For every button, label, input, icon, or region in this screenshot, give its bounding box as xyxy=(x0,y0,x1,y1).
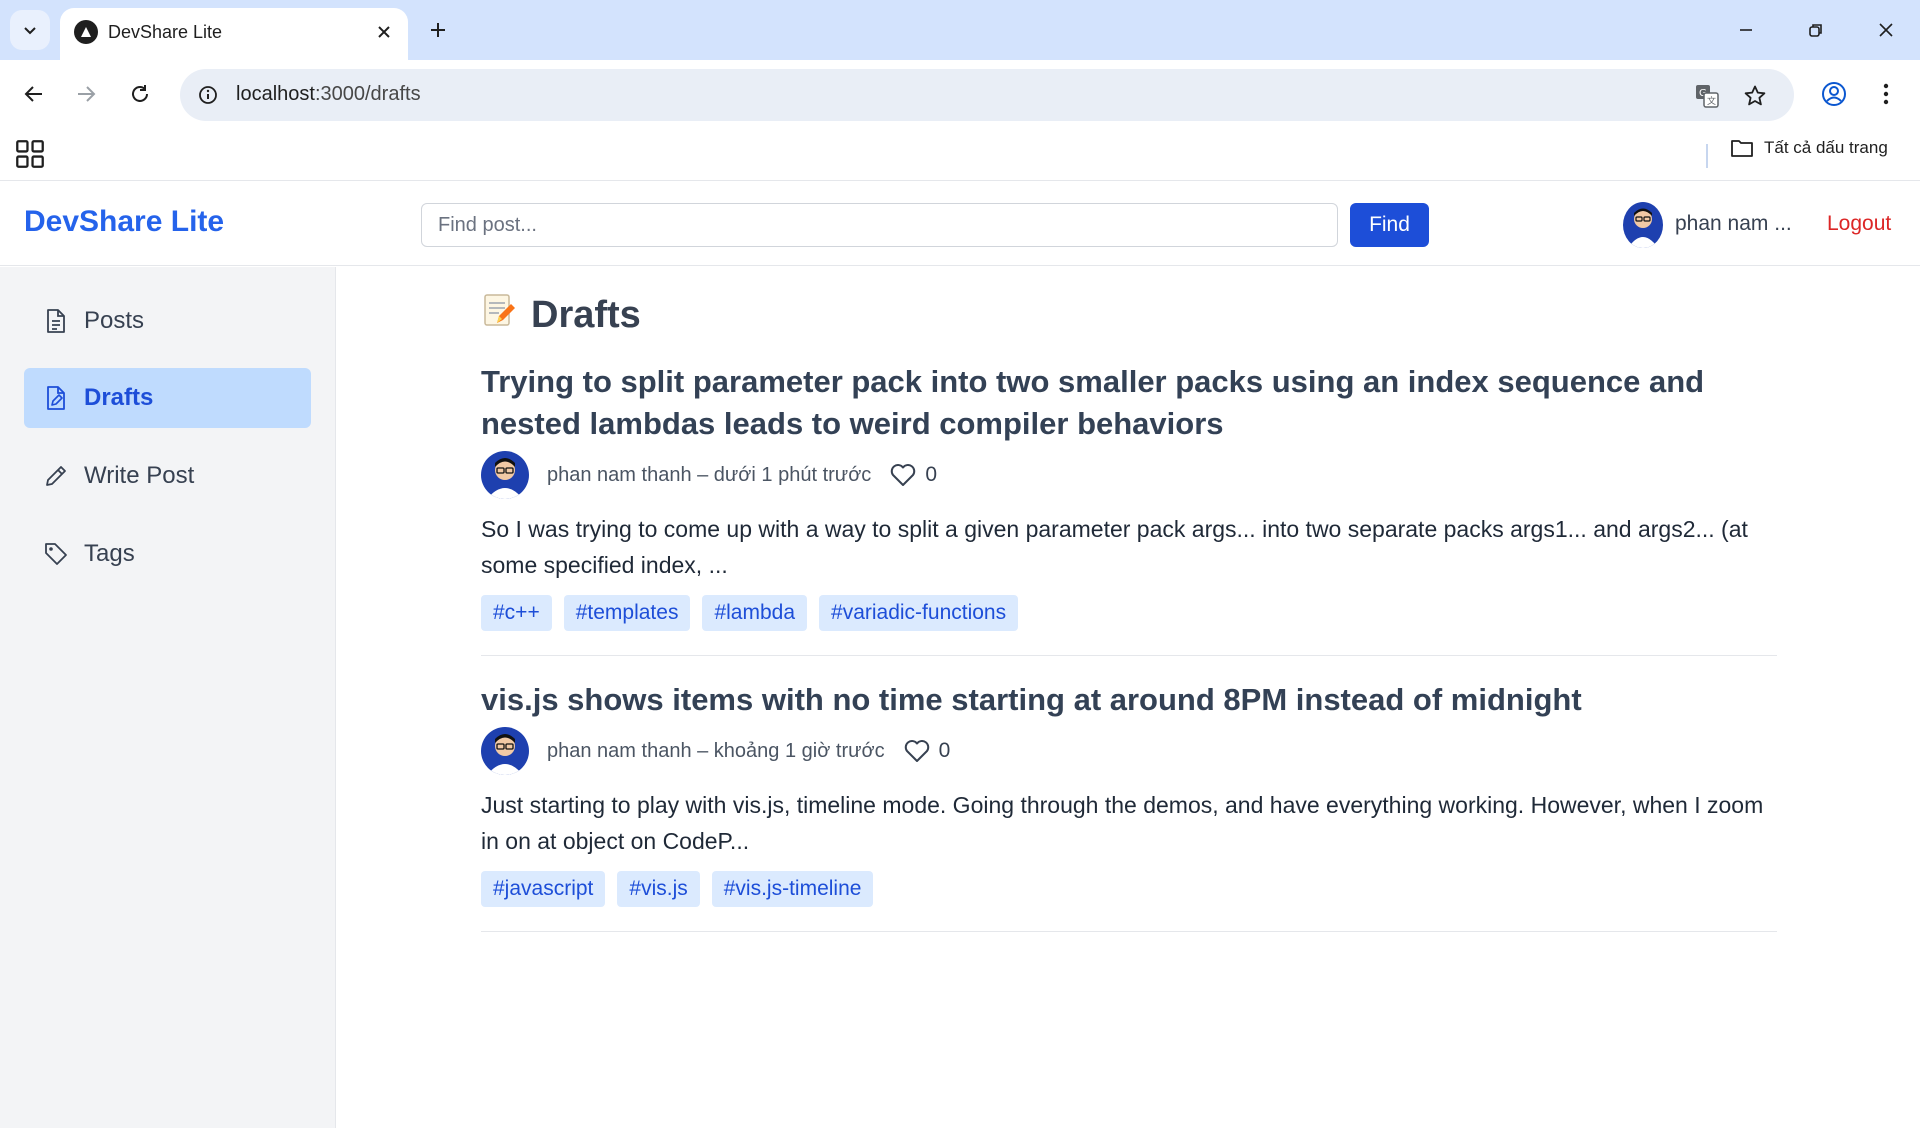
like-count: 0 xyxy=(925,463,937,486)
close-icon xyxy=(1879,23,1893,37)
like-button[interactable]: 0 xyxy=(903,738,951,764)
search-input[interactable] xyxy=(421,203,1338,247)
brand-logo[interactable]: DevShare Lite xyxy=(24,205,224,239)
post-card: Trying to split parameter pack into two … xyxy=(481,361,1777,656)
chevron-down-icon xyxy=(24,27,36,35)
post-excerpt: Just starting to play with vis.js, timel… xyxy=(481,792,1764,854)
bookmarks-separator xyxy=(1706,144,1708,168)
reload-icon xyxy=(132,85,148,102)
post-tags: #c++ #templates #lambda #variadic-functi… xyxy=(481,595,1777,631)
url-path: :3000/drafts xyxy=(314,83,421,105)
address-bar[interactable]: localhost:3000/drafts G文 xyxy=(180,69,1794,121)
tag-chip[interactable]: #vis.js-timeline xyxy=(711,871,874,907)
edit-document-icon xyxy=(42,384,70,412)
tag-chip[interactable]: #templates xyxy=(563,595,691,631)
like-count: 0 xyxy=(938,739,951,762)
sidebar: Posts Drafts Write Post Tags xyxy=(0,267,336,1128)
tab-search-button[interactable] xyxy=(10,10,50,50)
tab-close-icon[interactable] xyxy=(370,18,398,46)
sidebar-item-tags[interactable]: Tags xyxy=(24,524,311,584)
tag-chip[interactable]: #lambda xyxy=(702,595,808,631)
post-tags: #javascript #vis.js #vis.js-timeline xyxy=(481,871,1777,907)
sidebar-item-label: Write Post xyxy=(84,462,195,489)
avatar[interactable] xyxy=(1623,202,1663,248)
favicon-icon xyxy=(74,20,98,44)
page-title: Drafts xyxy=(481,291,641,339)
user-name[interactable]: phan nam ... xyxy=(1675,212,1792,236)
back-button[interactable] xyxy=(12,72,56,116)
pencil-icon xyxy=(42,462,70,490)
arrow-right-icon xyxy=(78,86,96,102)
profile-button[interactable] xyxy=(1812,72,1856,116)
translate-icon[interactable]: G文 xyxy=(1690,79,1724,113)
sidebar-item-posts[interactable]: Posts xyxy=(24,291,311,351)
site-info-icon[interactable] xyxy=(194,81,222,109)
plus-icon xyxy=(431,23,445,37)
new-tab-button[interactable] xyxy=(418,12,458,48)
find-button[interactable]: Find xyxy=(1350,203,1429,247)
svg-text:文: 文 xyxy=(1707,95,1716,107)
tag-chip[interactable]: #c++ xyxy=(481,595,552,631)
post-author-time: phan nam thanh – khoảng 1 giờ trước xyxy=(547,739,885,762)
tag-chip[interactable]: #javascript xyxy=(481,871,606,907)
restore-icon xyxy=(1809,24,1822,37)
avatar xyxy=(481,451,529,499)
tag-icon xyxy=(42,540,70,568)
more-vert-icon xyxy=(1883,83,1889,105)
heart-icon xyxy=(891,464,916,486)
post-title[interactable]: Trying to split parameter pack into two … xyxy=(481,361,1777,445)
browser-toolbar: localhost:3000/drafts G文 Tất cả dấu tran… xyxy=(0,60,1920,190)
app-header: DevShare Lite Find phan nam ... Logout xyxy=(0,180,1920,266)
minimize-button[interactable] xyxy=(1720,8,1772,52)
bookmark-star-icon[interactable] xyxy=(1738,79,1772,113)
minimize-icon xyxy=(1740,29,1752,31)
browser-menu-button[interactable] xyxy=(1864,72,1908,116)
folder-icon xyxy=(1731,140,1753,157)
browser-tab[interactable]: DevShare Lite xyxy=(60,8,408,60)
restore-button[interactable] xyxy=(1790,8,1842,52)
all-bookmarks-label: Tất cả dấu trang xyxy=(1764,138,1888,157)
post-excerpt: So I was trying to come up with a way to… xyxy=(481,516,1748,578)
apps-grid-icon[interactable] xyxy=(16,140,44,168)
tag-chip[interactable]: #variadic-functions xyxy=(819,595,1019,631)
url-host: localhost xyxy=(236,83,315,105)
post-author-time: phan nam thanh – dưới 1 phút trước xyxy=(547,463,872,486)
memo-icon xyxy=(481,291,517,339)
main-content: Drafts Trying to split parameter pack in… xyxy=(337,267,1920,1128)
sidebar-item-write-post[interactable]: Write Post xyxy=(24,446,311,506)
close-window-button[interactable] xyxy=(1860,8,1912,52)
url-text[interactable]: localhost:3000/drafts xyxy=(236,83,421,106)
heart-icon xyxy=(904,740,929,762)
all-bookmarks-button[interactable]: Tất cả dấu trang xyxy=(1730,138,1888,158)
logout-button[interactable]: Logout xyxy=(1827,212,1891,236)
tag-chip[interactable]: #vis.js xyxy=(617,871,700,907)
sidebar-item-label: Tags xyxy=(84,540,135,567)
browser-tabstrip: DevShare Lite xyxy=(0,0,1920,60)
post-card: vis.js shows items with no time starting… xyxy=(481,679,1777,932)
post-meta: phan nam thanh – khoảng 1 giờ trước 0 xyxy=(481,727,1777,775)
tab-title: DevShare Lite xyxy=(108,22,223,42)
arrow-left-icon xyxy=(24,86,42,102)
sidebar-item-drafts[interactable]: Drafts xyxy=(24,368,311,428)
account-icon xyxy=(1822,82,1846,106)
document-icon xyxy=(42,307,70,335)
post-title[interactable]: vis.js shows items with no time starting… xyxy=(481,679,1777,721)
page-title-text: Drafts xyxy=(531,293,641,336)
sidebar-item-label: Drafts xyxy=(84,384,154,411)
avatar xyxy=(481,727,529,775)
sidebar-item-label: Posts xyxy=(84,307,145,334)
post-meta: phan nam thanh – dưới 1 phút trước 0 xyxy=(481,451,1777,499)
like-button[interactable]: 0 xyxy=(889,462,937,488)
forward-button[interactable] xyxy=(64,72,108,116)
reload-button[interactable] xyxy=(118,72,162,116)
